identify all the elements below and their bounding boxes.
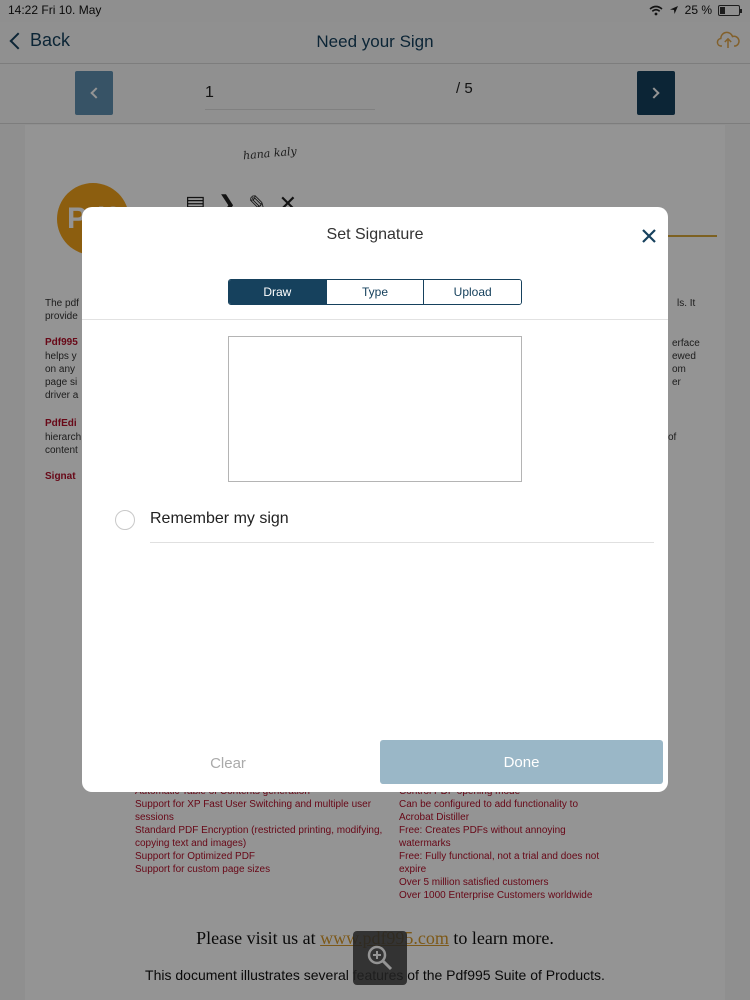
row-separator xyxy=(150,542,654,543)
tab-upload[interactable]: Upload xyxy=(424,280,521,304)
signature-mode-tabs: Draw Type Upload xyxy=(228,279,522,305)
remember-sign-label: Remember my sign xyxy=(150,510,289,527)
tab-draw[interactable]: Draw xyxy=(229,280,327,304)
set-signature-dialog: Set Signature Draw Type Upload Remember … xyxy=(82,207,668,792)
clear-button[interactable]: Clear xyxy=(138,745,318,781)
dialog-title: Set Signature xyxy=(326,226,424,243)
done-button[interactable]: Done xyxy=(380,740,663,784)
remember-sign-radio[interactable] xyxy=(115,510,135,530)
signature-draw-pad[interactable] xyxy=(228,336,522,482)
remember-sign-row[interactable]: Remember my sign xyxy=(96,497,654,543)
tab-type[interactable]: Type xyxy=(326,280,425,304)
dialog-divider xyxy=(82,319,668,320)
close-icon[interactable] xyxy=(638,225,660,247)
